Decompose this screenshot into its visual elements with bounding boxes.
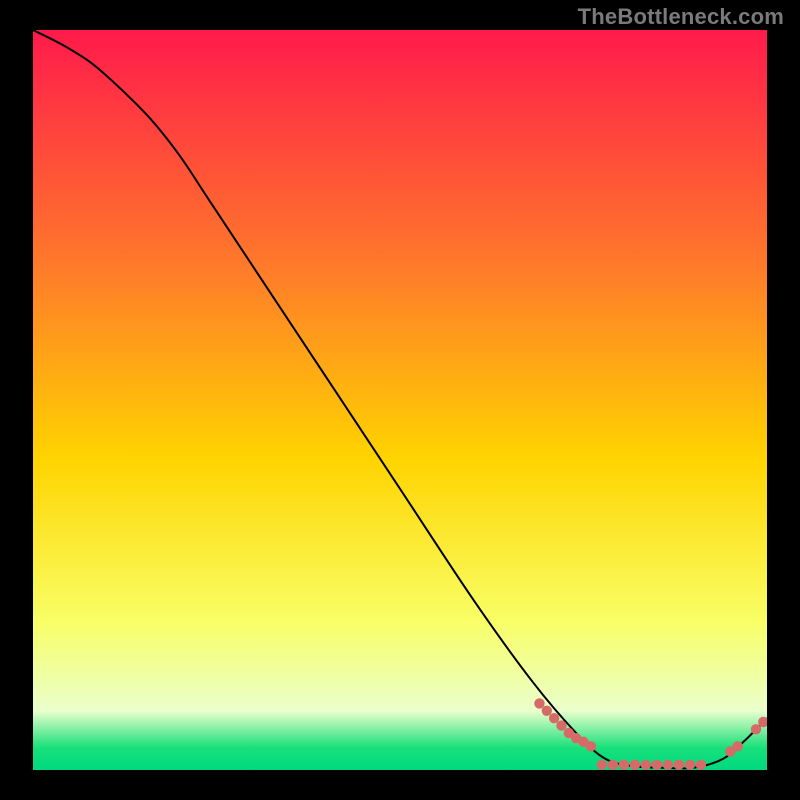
plot-area	[33, 30, 767, 770]
chart-container: TheBottleneck.com	[0, 0, 800, 800]
marker-point	[630, 760, 640, 770]
marker-point	[608, 760, 618, 770]
marker-point	[641, 760, 651, 770]
marker-point	[619, 760, 629, 770]
gradient-background	[33, 30, 767, 770]
marker-point	[597, 760, 607, 770]
marker-point	[549, 713, 559, 723]
marker-point	[751, 724, 761, 734]
watermark-text: TheBottleneck.com	[578, 4, 784, 30]
marker-point	[732, 741, 742, 751]
marker-point	[534, 698, 544, 708]
plot-svg	[33, 30, 767, 770]
marker-point	[674, 760, 684, 770]
marker-point	[586, 741, 596, 751]
marker-point	[652, 760, 662, 770]
marker-point	[663, 760, 673, 770]
marker-point	[685, 760, 695, 770]
marker-point	[556, 720, 566, 730]
marker-point	[542, 706, 552, 716]
marker-point	[696, 760, 706, 770]
